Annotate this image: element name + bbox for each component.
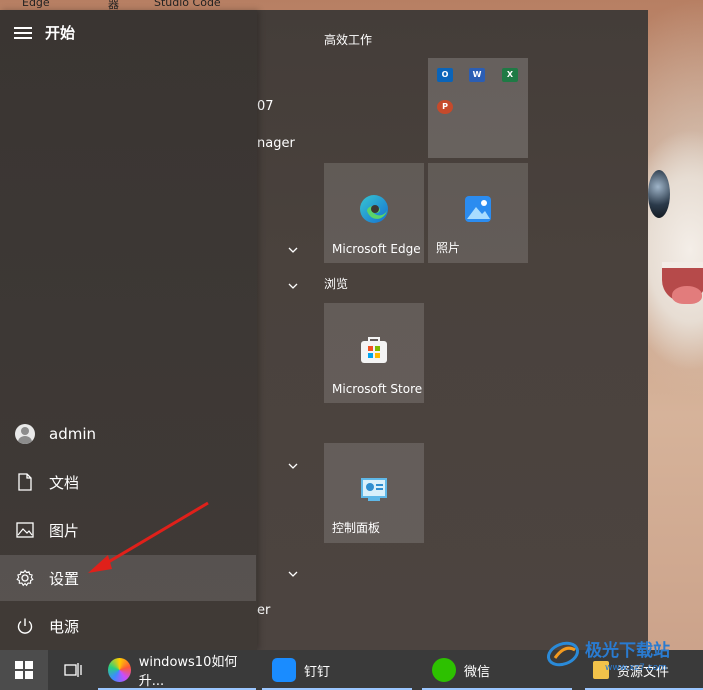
taskbar-item-label: 钉钉 (304, 664, 331, 680)
office-apps-tile[interactable]: O W X P (428, 58, 528, 158)
taskbar-item-label: windows10如何升... (138, 655, 238, 689)
dingtalk-icon (272, 658, 296, 682)
power-icon (17, 618, 33, 634)
app-list-fragment[interactable]: 07 (257, 99, 274, 114)
control-panel-icon (361, 478, 387, 501)
tile-label: 照片 (436, 241, 461, 255)
tile-group-title: 浏览 (324, 277, 349, 291)
rail-item-label: 电源 (49, 617, 80, 636)
tile-microsoft-store[interactable]: Microsoft Store (324, 303, 424, 403)
picture-icon (16, 522, 34, 538)
chevron-down-icon[interactable] (287, 280, 299, 292)
wechat-icon (432, 658, 456, 682)
edge-icon (360, 195, 388, 223)
tile-control-panel[interactable]: 控制面板 (324, 443, 424, 543)
rail-item-account[interactable]: admin (0, 411, 256, 457)
word-icon: W (469, 68, 485, 82)
rail-item-label: admin (49, 425, 96, 443)
desktop-icon-label[interactable]: 器 (108, 0, 119, 10)
taskbar-item-label: 微信 (464, 664, 491, 680)
powerpoint-icon: P (437, 100, 453, 114)
tile-label: 控制面板 (332, 521, 381, 535)
start-header: 开始 (14, 22, 75, 43)
site-watermark-logo: 极光下载站 www.xz7.com (546, 640, 670, 673)
tile-label: Microsoft Store (332, 382, 423, 396)
rail-item-label: 设置 (49, 569, 80, 588)
rail-item-pictures[interactable]: 图片 (0, 507, 256, 553)
excel-icon: X (502, 68, 518, 82)
tile-photos[interactable]: 照片 (428, 163, 528, 263)
start-rail (0, 10, 257, 650)
windows-logo-icon (15, 661, 33, 679)
desktop-icon-label[interactable]: Edge (22, 0, 50, 9)
hamburger-menu-icon[interactable] (14, 26, 32, 40)
wallpaper-cat-tongue (672, 286, 702, 304)
svg-text:极光下载站: 极光下载站 (585, 640, 670, 661)
rail-item-label: 图片 (49, 521, 80, 540)
store-icon (361, 337, 387, 363)
tile-microsoft-edge[interactable]: Microsoft Edge (324, 163, 424, 263)
chevron-down-icon[interactable] (287, 244, 299, 256)
wallpaper-cat-eye (648, 170, 670, 218)
gear-icon (16, 569, 34, 587)
desktop-icon-labels: Edge 器 Studio Code (0, 0, 260, 10)
rail-item-documents[interactable]: 文档 (0, 459, 256, 505)
taskbar-item-dingtalk[interactable]: 钉钉 (262, 650, 412, 690)
app-list-fragment[interactable]: nager (257, 136, 295, 151)
rail-item-label: 文档 (49, 473, 80, 492)
photos-icon (465, 196, 491, 222)
task-view-icon (64, 663, 82, 677)
rail-item-power[interactable]: 电源 (0, 603, 256, 649)
tile-group-title: 高效工作 (324, 33, 373, 47)
outlook-icon: O (437, 68, 453, 82)
start-button[interactable] (0, 650, 48, 690)
chevron-down-icon[interactable] (287, 568, 299, 580)
user-avatar-icon (15, 424, 35, 444)
taskbar-item-browser[interactable]: windows10如何升... (98, 650, 256, 690)
tile-label: Microsoft Edge (332, 242, 421, 256)
browser-icon (108, 658, 131, 682)
svg-text:www.xz7.com: www.xz7.com (605, 663, 667, 673)
start-title: 开始 (45, 24, 76, 42)
rail-item-settings[interactable]: 设置 (0, 555, 256, 601)
document-icon (18, 473, 32, 491)
app-list-fragment[interactable]: er (257, 603, 270, 618)
task-view-button[interactable] (60, 650, 86, 690)
chevron-down-icon[interactable] (287, 460, 299, 472)
desktop-icon-label[interactable]: Studio Code (154, 0, 221, 9)
